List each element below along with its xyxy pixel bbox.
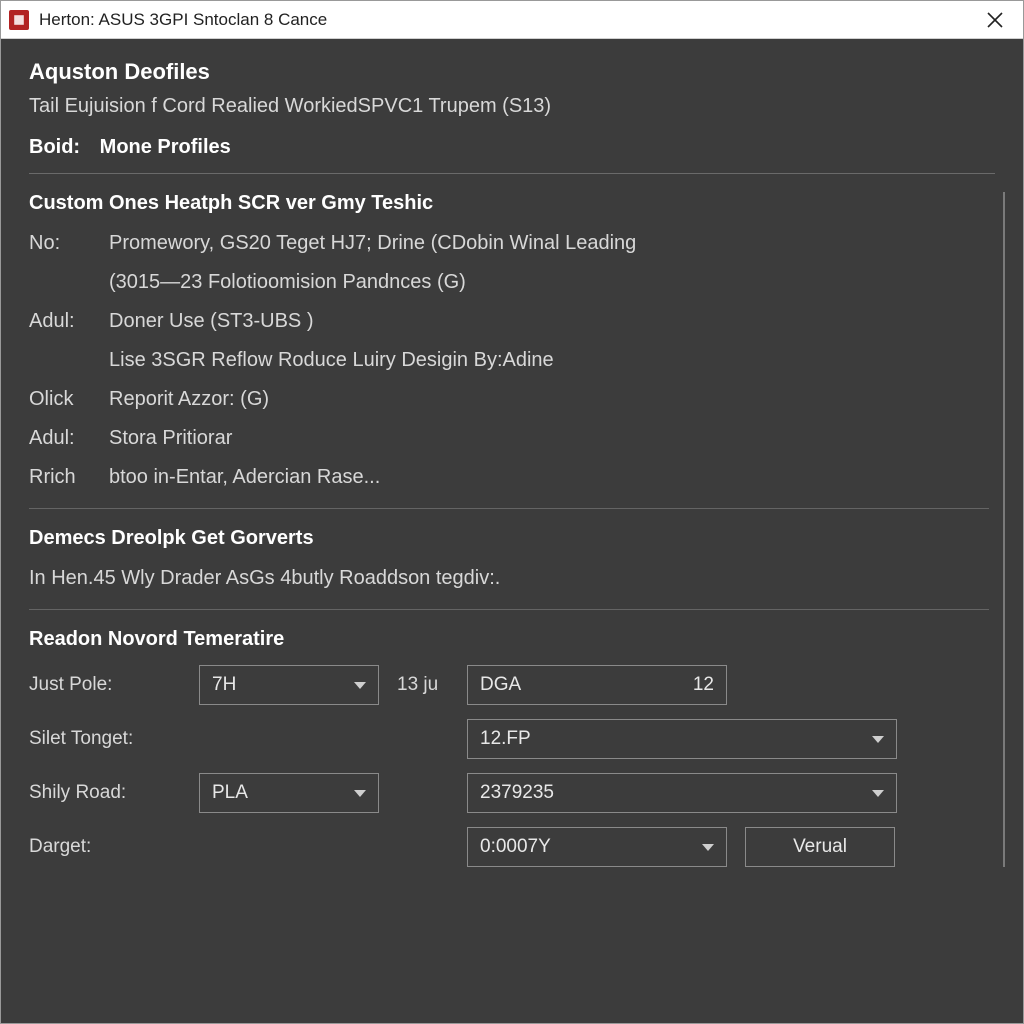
silet-label: Silet Tonget: (29, 728, 199, 750)
darget-combo[interactable]: 0:0007Y (467, 827, 727, 867)
just-pole-box-value: DGA (480, 674, 521, 696)
custom-section-title: Custom Ones Heatph SCR ver Gmy Teshic (29, 192, 989, 215)
row-no-cont: (3015—23 Folotioomision Pandnces (G) (109, 268, 989, 297)
chevron-down-icon (872, 790, 884, 797)
custom-section: Custom Ones Heatph SCR ver Gmy Teshic No… (29, 192, 1005, 867)
inner-divider-1 (29, 508, 989, 509)
app-icon (9, 10, 29, 30)
inner-divider-2 (29, 609, 989, 610)
boid-row: Boid: Mone Profiles (29, 136, 995, 159)
close-icon (986, 11, 1004, 29)
shily-label: Shily Road: (29, 782, 199, 804)
chevron-down-icon (354, 682, 366, 689)
header-subtitle: Tail Eujuision f Cord Realied WorkiedSPV… (29, 95, 995, 118)
divider (29, 173, 995, 174)
verual-button[interactable]: Verual (745, 827, 895, 867)
row-silet: Silet Tonget: 12.FP (29, 719, 989, 759)
row-olick-value: Reporit Azzor: (G) (109, 385, 989, 414)
row-no-label: No: (29, 229, 109, 258)
content-area: Aquston Deofiles Tail Eujuision f Cord R… (1, 39, 1023, 1023)
darget-combo-value: 0:0007Y (480, 836, 551, 858)
shily-combo-1-value: PLA (212, 782, 248, 804)
row-darget: Darget: 0:0007Y Verual (29, 827, 989, 867)
row-no: No: Promewory, GS20 Teget HJ7; Drine (CD… (29, 229, 989, 258)
row-no-value: Promewory, GS20 Teget HJ7; Drine (CDobin… (109, 229, 989, 258)
boid-label: Boid: (29, 136, 80, 158)
demecs-title: Demecs Dreolpk Get Gorverts (29, 527, 989, 550)
row-olick: Olick Reporit Azzor: (G) (29, 385, 989, 414)
just-pole-box[interactable]: DGA 12 (467, 665, 727, 705)
window-title: Herton: ASUS 3GPI Sntoclan 8 Cance (39, 10, 975, 30)
just-pole-label: Just Pole: (29, 674, 199, 696)
chevron-down-icon (354, 790, 366, 797)
shily-combo-2-value: 2379235 (480, 782, 554, 804)
row-olick-label: Olick (29, 385, 109, 414)
row-adul2: Adul: Stora Pritiorar (29, 424, 989, 453)
dialog-window: Herton: ASUS 3GPI Sntoclan 8 Cance Aqust… (0, 0, 1024, 1024)
just-pole-mid: 13 ju (397, 674, 467, 696)
row-adul1-value: Doner Use (ST3-UBS ) (109, 307, 989, 336)
verual-button-label: Verual (793, 836, 847, 858)
just-pole-combo-value: 7H (212, 674, 236, 696)
row-adul1: Adul: Doner Use (ST3-UBS ) (29, 307, 989, 336)
close-button[interactable] (975, 1, 1015, 39)
shily-combo-1[interactable]: PLA (199, 773, 379, 813)
boid-value: Mone Profiles (100, 136, 231, 158)
demecs-text-row: In Hen.45 Wly Drader AsGs 4butly Roaddso… (29, 564, 989, 593)
just-pole-box-num: 12 (693, 674, 714, 696)
row-rrich: Rrich btoo in-Entar, Adercian Rase... (29, 463, 989, 492)
just-pole-combo[interactable]: 7H (199, 665, 379, 705)
silet-combo[interactable]: 12.FP (467, 719, 897, 759)
shily-combo-2[interactable]: 2379235 (467, 773, 897, 813)
row-adul2-label: Adul: (29, 424, 109, 453)
row-rrich-label: Rrich (29, 463, 109, 492)
demecs-text: In Hen.45 Wly Drader AsGs 4butly Roaddso… (29, 564, 989, 593)
row-adul2-value: Stora Pritiorar (109, 424, 989, 453)
row-just-pole: Just Pole: 7H 13 ju DGA 12 (29, 665, 989, 705)
titlebar: Herton: ASUS 3GPI Sntoclan 8 Cance (1, 1, 1023, 39)
row-shily: Shily Road: PLA 2379235 (29, 773, 989, 813)
row-rrich-value: btoo in-Entar, Adercian Rase... (109, 463, 989, 492)
chevron-down-icon (872, 736, 884, 743)
darget-label: Darget: (29, 836, 199, 858)
row-adul1-cont: Lise 3SGR Reflow Roduce Luiry Desigin By… (109, 346, 989, 375)
header-title: Aquston Deofiles (29, 59, 995, 85)
readon-title: Readon Novord Temeratire (29, 628, 989, 651)
row-adul1-label: Adul: (29, 307, 109, 336)
chevron-down-icon (702, 844, 714, 851)
silet-combo-value: 12.FP (480, 728, 531, 750)
